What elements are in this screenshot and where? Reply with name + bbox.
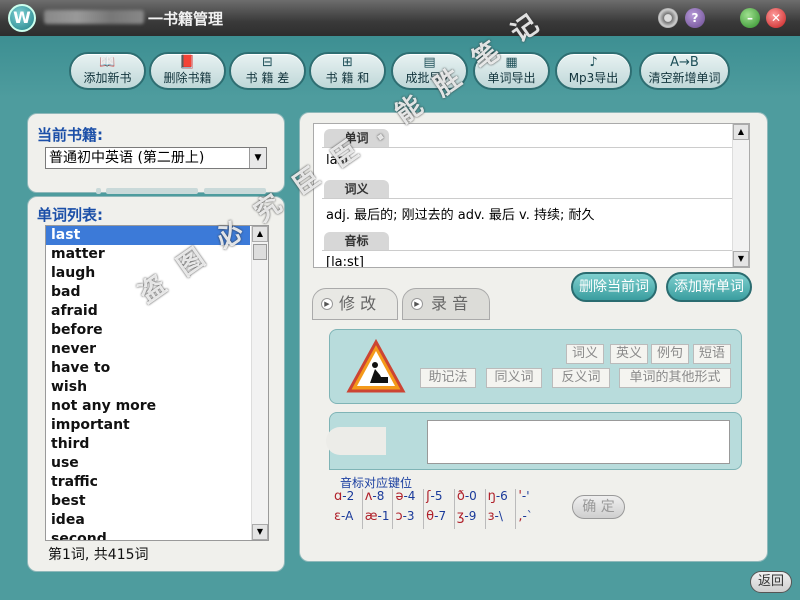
- chip-mnemonic[interactable]: 助记法: [420, 368, 476, 388]
- edit-input[interactable]: [427, 420, 730, 464]
- list-scrollbar[interactable]: ▲ ▼: [251, 226, 268, 540]
- list-item[interactable]: second: [46, 530, 250, 540]
- edit-input-notch: [326, 427, 386, 455]
- phonetic-key: ɑ-2: [332, 489, 363, 509]
- under-construction-icon: [346, 339, 406, 393]
- play-icon: ▶: [321, 298, 333, 310]
- back-button[interactable]: 返回: [750, 571, 792, 593]
- chip-english-meaning[interactable]: 英义: [610, 344, 648, 364]
- detail-scrollbar[interactable]: ▲ ▼: [732, 124, 749, 267]
- book-diff-icon: ⊟: [262, 55, 273, 70]
- meaning-tag: 词义: [324, 180, 389, 198]
- book-diff-button[interactable]: ⊟ 书 籍 差: [229, 52, 306, 90]
- clear-words-button[interactable]: A→B 清空新增单词: [639, 52, 730, 90]
- scroll-thumb[interactable]: [253, 244, 267, 260]
- list-item[interactable]: wish: [46, 378, 250, 397]
- phonetic-key: ɛ-A: [332, 509, 363, 529]
- phonetic-key: ,-`: [518, 509, 533, 524]
- clear-words-icon: A→B: [670, 55, 699, 70]
- chip-synonym[interactable]: 同义词: [486, 368, 542, 388]
- book-add-icon: 📖: [99, 55, 116, 70]
- window-title: 一书籍管理: [148, 10, 224, 28]
- confirm-button[interactable]: 确 定: [572, 495, 625, 519]
- book-sum-icon: ⊞: [342, 55, 353, 70]
- word-count-status: 第1词, 共415词: [48, 547, 149, 563]
- disc-icon[interactable]: [658, 8, 678, 28]
- help-icon[interactable]: ?: [685, 8, 705, 28]
- list-item[interactable]: before: [46, 321, 250, 340]
- divider: [322, 250, 732, 251]
- list-item[interactable]: have to: [46, 359, 250, 378]
- chip-other-forms[interactable]: 单词的其他形式: [619, 368, 731, 388]
- mp3-export-icon: ♪: [589, 55, 598, 70]
- phonetic-tag: 音标: [324, 232, 389, 250]
- chip-meaning[interactable]: 词义: [566, 344, 604, 364]
- divider: [322, 198, 732, 199]
- current-book-label: 当前书籍:: [37, 126, 103, 144]
- phonetic-key: ʒ-9: [455, 509, 486, 529]
- book-sum-button[interactable]: ⊞ 书 籍 和: [309, 52, 386, 90]
- delete-book-label: 删除书籍: [163, 71, 212, 85]
- scroll-down-icon[interactable]: ▼: [252, 524, 268, 540]
- phonetic-keys-grid: ɑ-2 ʌ-8 ə-4 ʃ-5 ð-0 ŋ-6 '-' ɛ-A æ-1 ɔ-3 …: [332, 489, 547, 529]
- list-item[interactable]: third: [46, 435, 250, 454]
- chip-example[interactable]: 例句: [651, 344, 689, 364]
- panel-divider: [96, 188, 266, 194]
- phonetic-key: ɔ-3: [393, 509, 425, 529]
- phonetic-value: [la:st]: [326, 255, 364, 268]
- phonetic-key: ʌ-8: [363, 489, 394, 509]
- phonetic-key: ð-0: [455, 489, 486, 509]
- book-diff-label: 书 籍 差: [245, 71, 290, 85]
- title-bar: W 一书籍管理 ? – ✕: [0, 0, 800, 36]
- add-book-label: 添加新书: [83, 71, 132, 85]
- scroll-down-icon[interactable]: ▼: [733, 251, 749, 267]
- book-select[interactable]: 普通初中英语 (第二册上) ▼: [45, 147, 267, 169]
- list-item[interactable]: never: [46, 340, 250, 359]
- phonetic-key: ə-4: [393, 489, 425, 509]
- list-item[interactable]: not any more: [46, 397, 250, 416]
- phonetic-key: '-': [518, 489, 530, 504]
- list-item[interactable]: use: [46, 454, 250, 473]
- delete-word-button[interactable]: 删除当前词: [571, 272, 657, 302]
- meaning-value: adj. 最后的; 刚过去的 adv. 最后 v. 持续; 耐久: [326, 208, 595, 223]
- chip-antonym[interactable]: 反义词: [552, 368, 610, 388]
- tab-record-label: 录 音: [431, 294, 469, 313]
- book-select-value: 普通初中英语 (第二册上): [49, 150, 205, 166]
- tab-edit-label: 修 改: [339, 294, 377, 313]
- tab-record[interactable]: ▶ 录 音: [402, 288, 490, 320]
- chip-phrase[interactable]: 短语: [693, 344, 731, 364]
- add-book-button[interactable]: 📖 添加新书: [69, 52, 146, 90]
- delete-book-button[interactable]: 📕 删除书籍: [149, 52, 226, 90]
- mp3-export-button[interactable]: ♪ Mp3导出: [555, 52, 632, 90]
- phonetic-key: ŋ-6: [486, 489, 517, 509]
- word-list-label: 单词列表:: [37, 206, 103, 224]
- minimize-icon[interactable]: –: [740, 8, 760, 28]
- scroll-up-icon[interactable]: ▲: [733, 124, 749, 140]
- list-item[interactable]: traffic: [46, 473, 250, 492]
- tab-edit[interactable]: ▶ 修 改: [312, 288, 398, 320]
- chevron-down-icon[interactable]: ▼: [249, 148, 266, 168]
- book-delete-icon: 📕: [179, 55, 196, 70]
- close-icon[interactable]: ✕: [766, 8, 786, 28]
- list-item[interactable]: idea: [46, 511, 250, 530]
- add-word-button[interactable]: 添加新单词: [666, 272, 752, 302]
- phonetic-key: θ-7: [424, 509, 455, 529]
- mp3-export-label: Mp3导出: [568, 71, 619, 85]
- clear-words-label: 清空新增单词: [648, 71, 721, 85]
- app-logo-icon: W: [8, 4, 36, 32]
- phonetic-key: ɜ-\: [486, 509, 517, 529]
- list-item[interactable]: best: [46, 492, 250, 511]
- list-item[interactable]: important: [46, 416, 250, 435]
- book-sum-label: 书 籍 和: [325, 71, 370, 85]
- play-icon: ▶: [411, 298, 423, 310]
- title-redacted: [44, 10, 144, 24]
- phonetic-key: æ-1: [363, 509, 394, 529]
- phonetic-key: ʃ-5: [424, 489, 455, 509]
